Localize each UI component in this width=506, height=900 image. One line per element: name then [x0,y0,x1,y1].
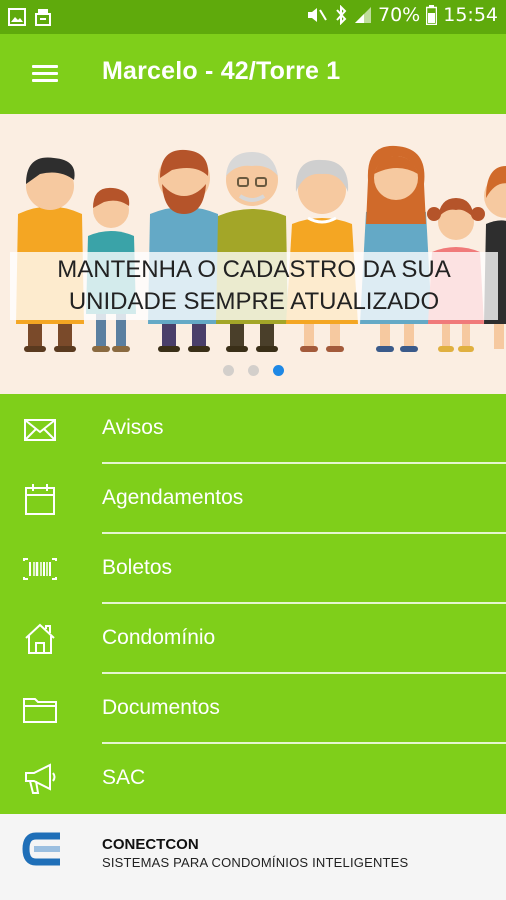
envelope-icon [24,419,56,441]
menu-item-label: Boletos [102,556,173,579]
banner-carousel[interactable]: MANTENHA O CADASTRO DA SUA UNIDADE SEMPR… [0,114,506,394]
status-bar: 70% 15:54 [0,0,506,34]
menu-item-label: Documentos [102,696,220,719]
menu-item-label: Condomínio [102,626,216,649]
brand-name: CONECTCON [102,836,199,853]
menu-item-documentos[interactable]: Documentos [0,674,506,744]
person-woman [360,145,432,352]
signal-icon [355,7,371,23]
menu-item-label: SAC [102,766,146,789]
gallery-icon [8,8,26,26]
page-title: Marcelo - 42/Torre 1 [102,57,341,85]
menu-item-label: Avisos [102,416,164,439]
brand-tagline: SISTEMAS PARA CONDOMÍNIOS INTELIGENTES [102,855,409,870]
megaphone-icon [25,763,56,794]
battery-icon [426,5,438,25]
family-illustration [16,145,506,352]
banner-caption-line1: MANTENHA O CADASTRO DA SUA [57,256,451,283]
footer-brand: CONECTCON SISTEMAS PARA CONDOMÍNIOS INTE… [0,814,506,900]
carousel-dot-1[interactable] [223,365,234,376]
battery-percent: 70% [378,4,421,26]
banner-caption: MANTENHA O CADASTRO DA SUA UNIDADE SEMPR… [10,252,498,320]
menu-item-sac[interactable]: SAC [0,744,506,814]
folder-icon [23,698,57,723]
banner-caption-line2: UNIDADE SEMPRE ATUALIZADO [68,288,440,315]
carousel-dot-3[interactable] [273,365,284,376]
house-icon [25,623,55,654]
menu-item-avisos[interactable]: Avisos [0,394,506,464]
menu-item-boletos[interactable]: Boletos [0,534,506,604]
carousel-indicator [0,365,506,377]
main-menu: Avisos Agendamentos Boletos Condomínio D… [0,394,506,814]
carousel-dot-2[interactable] [248,365,259,376]
calendar-icon [25,484,55,515]
person-bearded-man [148,149,220,352]
menu-item-label: Agendamentos [102,486,244,509]
clock: 15:54 [443,4,498,26]
bluetooth-icon [336,5,347,25]
hamburger-menu-button[interactable] [28,60,62,88]
conectcon-logo-icon [22,832,60,866]
store-icon [35,9,51,26]
app-bar: Marcelo - 42/Torre 1 [0,34,506,114]
menu-item-condominio[interactable]: Condomínio [0,604,506,674]
menu-item-agendamentos[interactable]: Agendamentos [0,464,506,534]
barcode-icon [23,558,57,580]
mute-icon [308,8,327,22]
